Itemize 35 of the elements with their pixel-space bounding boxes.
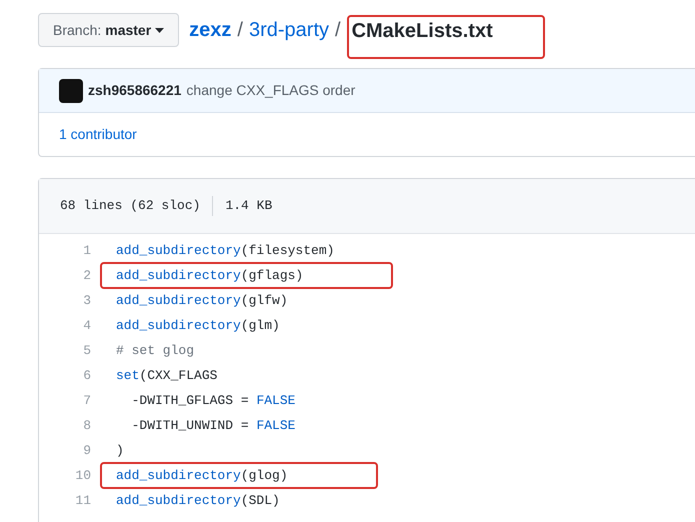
line-number: 9: [82, 442, 91, 460]
code-line: add_subdirectory(glm): [116, 316, 280, 335]
code-line: # set glog: [116, 342, 194, 360]
code-line: set(CXX_FLAGS: [116, 366, 218, 385]
commit-author[interactable]: zsh965866221: [88, 80, 182, 101]
code-line: add_subdirectory(glfw): [116, 292, 288, 310]
line-number: 3: [82, 292, 91, 310]
line-number: 7: [82, 392, 91, 410]
file-name: CMakeLists.txt: [352, 20, 493, 42]
avatar-image: [59, 78, 83, 102]
line-number: 5: [82, 342, 91, 360]
file-size: 1.4 KB: [224, 197, 272, 216]
line-number: 8: [82, 416, 91, 435]
branch-button[interactable]: Branch: master: [38, 13, 180, 47]
line-number: 1: [82, 242, 91, 260]
code-line: ): [116, 442, 124, 460]
repo-link[interactable]: zexz: [189, 13, 232, 47]
path-separator: /: [335, 18, 341, 43]
code-line: add_subdirectory(gflags): [116, 268, 304, 283]
folder-link[interactable]: 3rd-party: [248, 13, 330, 47]
code-line: -DWITH_UNWIND = FALSE: [130, 416, 296, 435]
line-number: 2: [82, 266, 91, 285]
line-count: 68 lines (62 sloc): [60, 196, 214, 216]
line-number: 4: [82, 316, 91, 335]
contributors-link[interactable]: 1 contributor: [59, 124, 137, 145]
path-separator: /: [237, 18, 243, 43]
commit-message[interactable]: change CXX_FLAGS order: [186, 80, 356, 101]
line-number: 11: [74, 492, 91, 510]
line-number: 6: [82, 366, 91, 385]
code-line: add_subdirectory(filesystem): [116, 242, 334, 260]
code-line: -DWITH_GFLAGS = FALSE: [130, 392, 296, 410]
line-number: 10: [74, 466, 91, 485]
caret-icon: [155, 28, 164, 32]
code-line: add_subdirectory(SDL): [116, 492, 280, 510]
code-line: add_subdirectory(glog): [116, 468, 288, 483]
